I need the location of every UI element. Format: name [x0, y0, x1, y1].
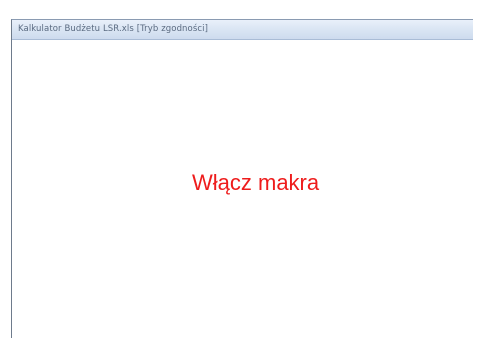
window-titlebar[interactable]: Kalkulator Budżetu LSR.xls [Tryb zgodnoś…	[12, 20, 473, 40]
enable-macros-message: Włącz makra	[192, 170, 320, 195]
window-title: Kalkulator Budżetu LSR.xls [Tryb zgodnoś…	[18, 24, 209, 34]
